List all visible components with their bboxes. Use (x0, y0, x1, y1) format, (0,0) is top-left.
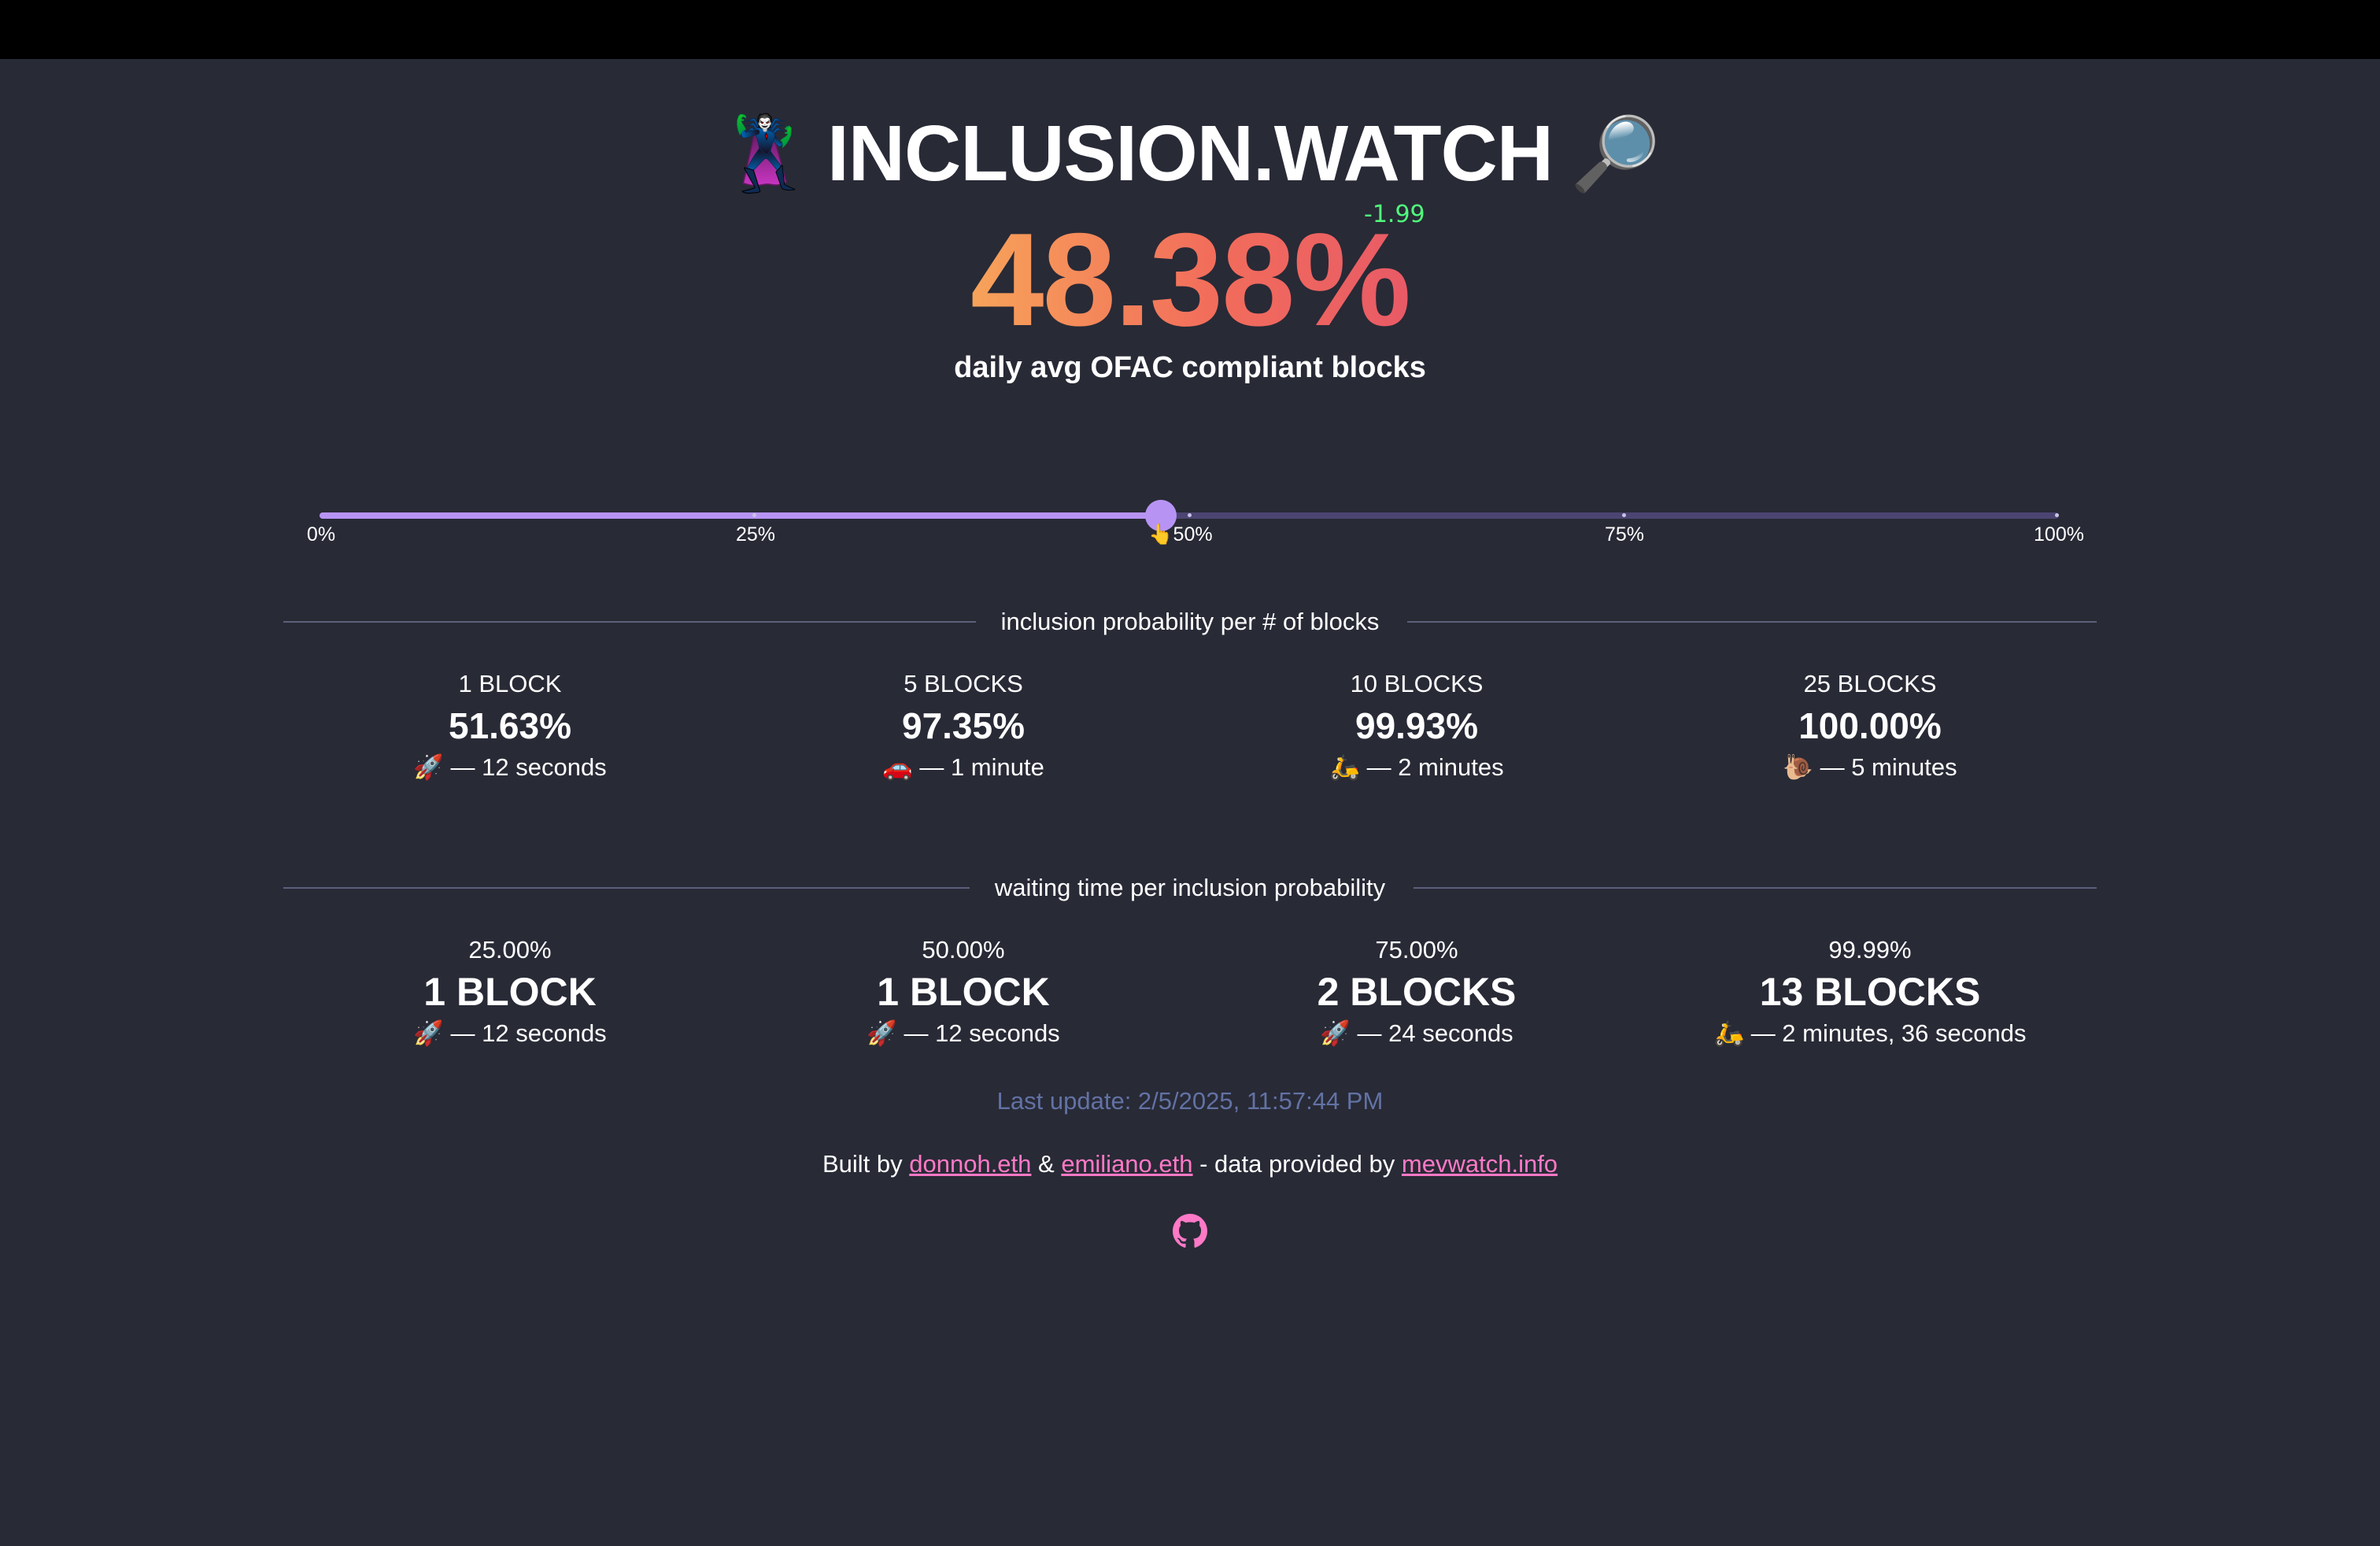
section-divider-blocks: inclusion probability per # of blocks (283, 602, 2097, 642)
waiting-card: 25.00% 1 BLOCK 🚀 — 12 seconds (283, 933, 737, 1051)
slider-label: 0% (306, 523, 336, 546)
card-value: 99.93% (1354, 705, 1478, 746)
probability-card: 10 BLOCKS 99.93% 🛵 — 2 minutes (1190, 667, 1643, 785)
probability-card: 25 BLOCKS 100.00% 🐌 — 5 minutes (1643, 667, 2097, 785)
section-divider-wait: waiting time per inclusion probability (283, 868, 2097, 908)
card-time: 🚀 — 12 seconds (867, 1019, 1060, 1047)
compliance-percentage: 48.38% (0, 201, 2380, 358)
slider-tick (2055, 513, 2059, 517)
slider-label: 👆50% (1148, 523, 1213, 546)
slider-labels: 0% 25% 👆50% 75% 100% (0, 523, 2380, 555)
last-update: Last update: 2/5/2025, 11:57:44 PM (996, 1087, 1384, 1115)
source-link-mevwatch[interactable]: mevwatch.info (1402, 1150, 1558, 1178)
page-title: 🦹 INCLUSION.WATCH 🔎 (0, 106, 2380, 202)
author-link-emiliano[interactable]: emiliano.eth (1061, 1150, 1192, 1178)
waiting-card: 99.99% 13 BLOCKS 🛵 — 2 minutes, 36 secon… (1643, 933, 2097, 1051)
card-value: 97.35% (901, 705, 1025, 746)
card-head: 5 BLOCKS (904, 670, 1023, 697)
slider-label: 100% (2034, 523, 2084, 546)
card-value: 1 BLOCK (877, 970, 1050, 1014)
card-time: 🚗 — 1 minute (882, 753, 1044, 781)
compliance-delta: -1.99 (1364, 201, 1425, 228)
section-title: waiting time per inclusion probability (977, 874, 1403, 901)
card-time: 🚀 — 24 seconds (1320, 1019, 1513, 1047)
card-value: 2 BLOCKS (1317, 970, 1517, 1014)
site-title: INCLUSION.WATCH (827, 109, 1554, 198)
slider-tick (1188, 513, 1192, 517)
card-head: 25 BLOCKS (1803, 670, 1937, 697)
waiting-card: 50.00% 1 BLOCK 🚀 — 12 seconds (737, 933, 1190, 1051)
slider-label: 75% (1604, 523, 1645, 546)
waiting-time-grid: 25.00% 1 BLOCK 🚀 — 12 seconds 50.00% 1 B… (283, 933, 2097, 1051)
card-time: 🛵 — 2 minutes (1329, 753, 1504, 781)
probability-card: 1 BLOCK 51.63% 🚀 — 12 seconds (283, 667, 737, 785)
data-provided-text: - data provided by (1199, 1150, 1395, 1178)
waiting-card: 75.00% 2 BLOCKS 🚀 — 24 seconds (1190, 933, 1643, 1051)
card-value: 100.00% (1798, 705, 1942, 746)
card-head: 75.00% (1375, 936, 1458, 963)
card-value: 13 BLOCKS (1759, 970, 1981, 1014)
supervillain-icon: 🦹 (719, 114, 811, 194)
section-title: inclusion probability per # of blocks (983, 608, 1397, 635)
slider-label: 25% (735, 523, 776, 546)
card-time: 🚀 — 12 seconds (413, 1019, 607, 1047)
slider-tick (752, 513, 756, 517)
slider-fill (320, 512, 1162, 519)
blocks-probability-grid: 1 BLOCK 51.63% 🚀 — 12 seconds 5 BLOCKS 9… (283, 667, 2097, 785)
credits: Built by donnoh.eth & emiliano.eth - dat… (0, 1150, 2380, 1178)
slider-tick (1622, 513, 1626, 517)
author-link-donnoh[interactable]: donnoh.eth (909, 1150, 1031, 1178)
browser-top-bar (0, 0, 2380, 59)
probability-card: 5 BLOCKS 97.35% 🚗 — 1 minute (737, 667, 1190, 785)
compliance-label: daily avg OFAC compliant blocks (954, 351, 1426, 384)
ampersand: & (1038, 1150, 1055, 1178)
compliance-value: 48.38% (970, 205, 1411, 353)
card-head: 25.00% (468, 936, 552, 963)
card-head: 99.99% (1828, 936, 1912, 963)
page: 🦹 INCLUSION.WATCH 🔎 48.38% -1.99 daily avg… (0, 59, 2380, 1546)
card-time: 🚀 — 12 seconds (413, 753, 607, 781)
card-time: 🛵 — 2 minutes, 36 seconds (1713, 1019, 2027, 1047)
magnifier-icon: 🔎 (1569, 114, 1661, 194)
card-time: 🐌 — 5 minutes (1783, 753, 1957, 781)
card-value: 1 BLOCK (423, 970, 597, 1014)
github-icon[interactable] (1173, 1214, 1207, 1248)
card-head: 1 BLOCK (458, 670, 562, 697)
card-head: 10 BLOCKS (1350, 670, 1484, 697)
card-value: 51.63% (448, 705, 571, 746)
card-head: 50.00% (922, 936, 1005, 963)
built-by-text: Built by (822, 1150, 903, 1178)
